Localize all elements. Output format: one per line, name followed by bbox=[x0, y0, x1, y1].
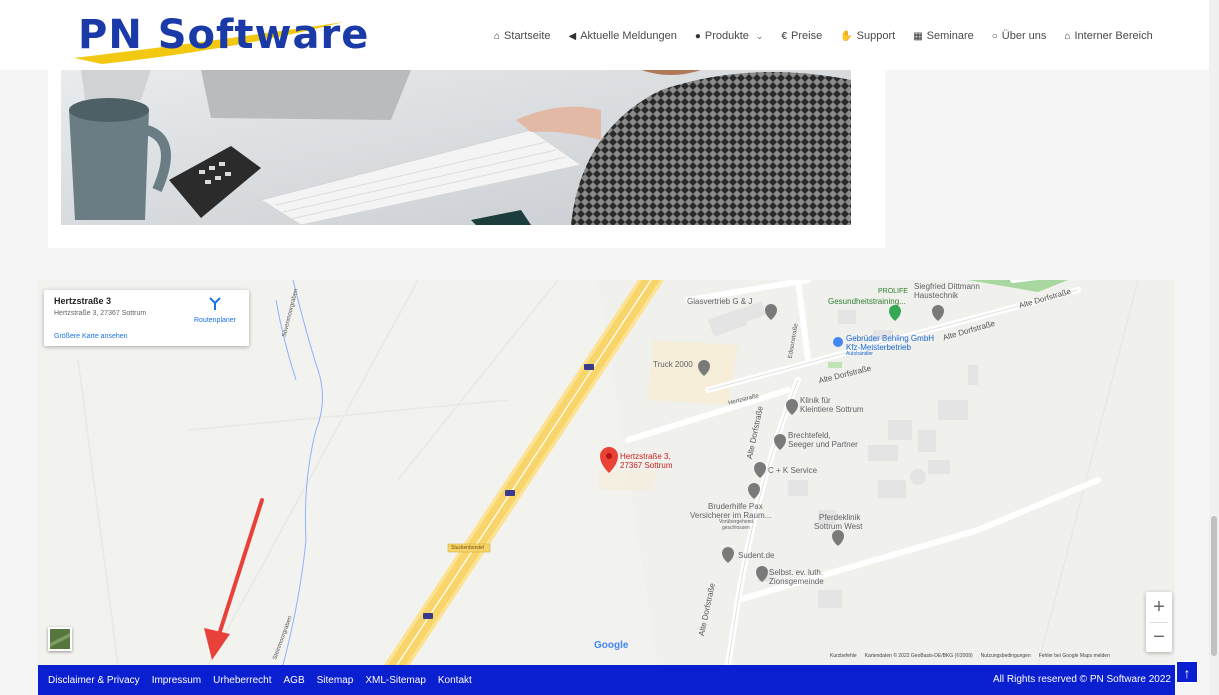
road-label: Stuckenborstel bbox=[451, 545, 485, 551]
handshake-icon: ✋ bbox=[840, 30, 853, 42]
marker-label: 27367 Sottrum bbox=[620, 461, 673, 470]
google-logo: Google bbox=[594, 640, 629, 651]
poi-label: geschlossen bbox=[722, 525, 750, 531]
report-error-link[interactable]: Fehler bei Google Maps melden bbox=[1039, 653, 1110, 659]
poi-label: Bruderhilfe Pax bbox=[708, 502, 763, 511]
poi-label: Glasvertrieb G & J bbox=[687, 297, 753, 306]
site-footer: Disclaimer & Privacy Impressum Urheberre… bbox=[38, 665, 1175, 695]
euro-icon: € bbox=[781, 30, 788, 42]
nav-item-produkte[interactable]: ● Produkte ⌄ bbox=[695, 30, 764, 42]
nav-label: Produkte bbox=[704, 30, 749, 42]
place-title: Hertzstraße 3 bbox=[54, 296, 112, 306]
footer-link-xml-sitemap[interactable]: XML-Sitemap bbox=[365, 675, 426, 686]
main-navigation: ⌂ Startseite ◀ Aktuelle Meldungen ● Prod… bbox=[494, 30, 1153, 42]
route-planner-label: Routenplaner bbox=[193, 317, 237, 324]
poi-label: Gesundheitstraining... bbox=[828, 297, 906, 306]
satellite-thumbnail-icon bbox=[50, 629, 70, 649]
terms-link[interactable]: Nutzungsbedingungen bbox=[981, 653, 1031, 659]
larger-map-link[interactable]: Größere Karte ansehen bbox=[54, 333, 128, 340]
map-place-card: Hertzstraße 3 Hertzstraße 3, 27367 Sottr… bbox=[44, 290, 249, 346]
poi-label: Brechtefeld, bbox=[788, 431, 831, 440]
zoom-in-button[interactable]: + bbox=[1146, 592, 1172, 622]
copyright-text: All Rights reserved © PN Software 2022 bbox=[992, 674, 1171, 685]
home-icon: ⌂ bbox=[494, 30, 501, 42]
nav-label: Aktuelle Meldungen bbox=[580, 30, 677, 42]
product-icon: ● bbox=[694, 30, 701, 42]
poi-label: Kleintiere Sottrum bbox=[800, 405, 864, 414]
footer-link-sitemap[interactable]: Sitemap bbox=[317, 675, 354, 686]
zoom-out-button[interactable]: − bbox=[1146, 622, 1172, 652]
site-header: PN Software ⌂ Startseite ◀ Aktuelle Meld… bbox=[0, 0, 1209, 70]
house-lock-icon: ⌂ bbox=[1064, 30, 1071, 42]
logo-text: PN Software bbox=[78, 12, 370, 58]
nav-item-preise[interactable]: € Preise bbox=[781, 30, 822, 42]
poi-label: PROLIFE bbox=[878, 288, 908, 295]
nav-label: Support bbox=[856, 30, 896, 42]
nav-label: Seminare bbox=[926, 30, 974, 42]
zoom-divider bbox=[1150, 622, 1168, 623]
marker-label: Hertzstraße 3, bbox=[620, 452, 671, 461]
logo[interactable]: PN Software bbox=[72, 6, 368, 68]
satellite-view-toggle[interactable] bbox=[48, 627, 72, 651]
office-desk-photo bbox=[61, 70, 851, 225]
poi-label: Sudent.de bbox=[738, 551, 775, 560]
footer-link-impressum[interactable]: Impressum bbox=[152, 675, 201, 686]
place-address: Hertzstraße 3, 27367 Sottrum bbox=[54, 310, 147, 317]
poi-label: Siegfried Dittmann Haustechnik bbox=[914, 282, 980, 301]
office-desk-illustration bbox=[61, 70, 851, 225]
footer-link-disclaimer[interactable]: Disclaimer & Privacy bbox=[48, 675, 140, 686]
nav-item-seminare[interactable]: ▦ Seminare bbox=[913, 30, 974, 42]
poi-label: Klinik für bbox=[800, 396, 831, 405]
nav-label: Preise bbox=[791, 30, 823, 42]
nav-item-interner-bereich[interactable]: ⌂ Interner Bereich bbox=[1064, 30, 1152, 42]
nav-item-support[interactable]: ✋ Support bbox=[840, 30, 895, 42]
map-zoom-controls: + − bbox=[1146, 592, 1172, 652]
map-attribution: Kurzbefehle Kartendaten © 2022 GeoBasis-… bbox=[830, 653, 1110, 659]
directions-icon bbox=[209, 297, 221, 310]
nav-label: Über uns bbox=[1001, 30, 1047, 42]
poi-label: C + K Service bbox=[768, 466, 818, 475]
footer-links: Disclaimer & Privacy Impressum Urheberre… bbox=[48, 675, 472, 686]
scrollbar-thumb[interactable] bbox=[1211, 516, 1217, 656]
back-to-top-button[interactable]: ↑ bbox=[1176, 661, 1198, 683]
megaphone-icon: ◀ bbox=[568, 30, 577, 42]
nav-item-ueber-uns[interactable]: ○ Über uns bbox=[992, 30, 1047, 42]
chevron-down-icon: ⌄ bbox=[755, 30, 764, 41]
nav-item-startseite[interactable]: ⌂ Startseite bbox=[494, 30, 551, 42]
seminar-icon: ▦ bbox=[913, 30, 923, 42]
poi-label: Pferdeklinik bbox=[819, 513, 861, 522]
footer-link-urheberrecht[interactable]: Urheberrecht bbox=[213, 675, 271, 686]
poi-label: Truck 2000 bbox=[653, 360, 693, 369]
page: PN Software ⌂ Startseite ◀ Aktuelle Meld… bbox=[0, 0, 1219, 695]
footer-link-kontakt[interactable]: Kontakt bbox=[438, 675, 472, 686]
comment-icon: ○ bbox=[991, 30, 998, 42]
nav-label: Startseite bbox=[504, 30, 551, 42]
poi-label: Gebrüder Behling GmbH bbox=[846, 334, 935, 343]
poi-label: Zionsgemeinde bbox=[769, 577, 824, 586]
poi-label: Sottrum West bbox=[814, 522, 863, 531]
poi-label: Seeger und Partner bbox=[788, 440, 858, 449]
poi-label: Selbst. ev. luth. bbox=[769, 568, 824, 577]
poi-label: Autohändler bbox=[846, 351, 873, 357]
footer-link-agb[interactable]: AGB bbox=[284, 675, 305, 686]
map-data-attribution: Kartendaten © 2022 GeoBasis-DE/BKG (©200… bbox=[864, 653, 973, 659]
nav-item-aktuelle-meldungen[interactable]: ◀ Aktuelle Meldungen bbox=[569, 30, 677, 42]
route-planner-button[interactable]: Routenplaner bbox=[190, 296, 240, 324]
nav-label: Interner Bereich bbox=[1074, 30, 1153, 42]
annotation-arrow-icon bbox=[204, 498, 264, 660]
keyboard-shortcuts-link[interactable]: Kurzbefehle bbox=[830, 653, 857, 659]
